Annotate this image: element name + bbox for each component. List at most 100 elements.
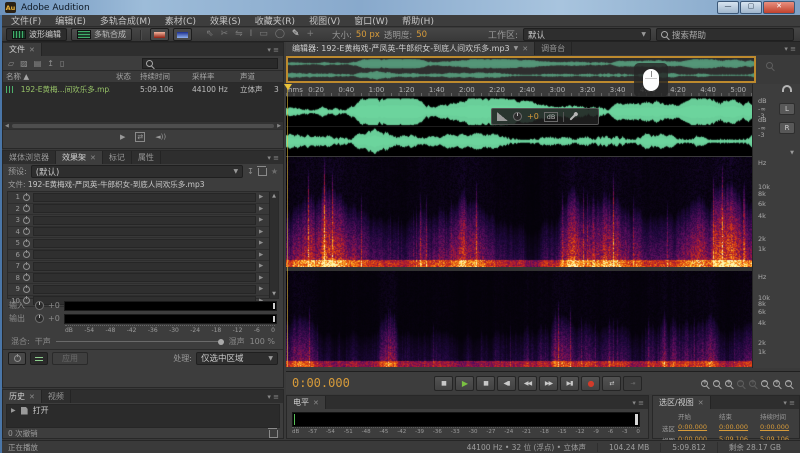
- close-icon[interactable]: ✕: [90, 154, 96, 162]
- fade-icon[interactable]: [497, 112, 508, 121]
- loop-button[interactable]: ⇄: [602, 376, 621, 391]
- save-preset-icon[interactable]: ↧: [247, 167, 254, 176]
- mix-slider[interactable]: [56, 341, 224, 342]
- effect-slot[interactable]: [33, 285, 256, 294]
- menu-item-2[interactable]: 编辑(E): [48, 14, 93, 27]
- slot-arrow-icon[interactable]: ▶: [259, 275, 267, 281]
- zoom-out-time-button[interactable]: [713, 380, 720, 387]
- column-header-4[interactable]: 采样率: [189, 71, 237, 82]
- power-icon[interactable]: [23, 240, 30, 247]
- slot-arrow-icon[interactable]: ▶: [259, 286, 267, 292]
- skip-forward-button[interactable]: ▶▮: [560, 376, 579, 391]
- power-icon[interactable]: [23, 263, 30, 270]
- trash-icon[interactable]: [269, 430, 278, 438]
- effect-slot[interactable]: [33, 250, 256, 259]
- monitor-icon[interactable]: [782, 85, 792, 92]
- effect-slot[interactable]: [33, 262, 256, 271]
- razor-tool-icon[interactable]: ✂: [221, 29, 229, 40]
- spot-healing-brush-tool-icon[interactable]: +: [306, 29, 314, 40]
- zoom-navigator[interactable]: [286, 56, 756, 83]
- brush-size-value[interactable]: 50 px: [356, 30, 380, 40]
- effect-slot[interactable]: [33, 239, 256, 248]
- panel-menu-icon[interactable]: ▾ ≡: [263, 43, 283, 56]
- column-header-3[interactable]: 持续时间: [137, 71, 189, 82]
- panel-menu-icon[interactable]: ▾ ≡: [263, 151, 283, 164]
- channel-button-r[interactable]: R: [779, 122, 795, 134]
- chevron-down-icon[interactable]: ▼: [790, 150, 794, 156]
- slot-arrow-icon[interactable]: ▶: [259, 263, 267, 269]
- loop-playback-icon[interactable]: ⇄: [135, 132, 145, 142]
- files-search-input[interactable]: [142, 58, 278, 69]
- spectrogram-left-channel[interactable]: [286, 157, 752, 267]
- move-tool-icon[interactable]: ⇖: [206, 29, 214, 40]
- apply-button[interactable]: 应用: [52, 352, 88, 365]
- waveform-view-button[interactable]: [150, 28, 169, 41]
- rack-power-button[interactable]: [8, 352, 26, 365]
- zoom-out-amplitude-button[interactable]: [773, 380, 780, 387]
- extract-audio-icon[interactable]: ▤: [34, 59, 42, 68]
- tab-media-browser[interactable]: 媒体浏览器: [3, 151, 56, 164]
- multitrack-button[interactable]: 多轨合成: [71, 28, 132, 41]
- power-icon[interactable]: [23, 194, 30, 201]
- zoom-selection-button[interactable]: [725, 380, 732, 387]
- tab-markers[interactable]: 标记: [103, 151, 132, 164]
- zoom-in-time-button[interactable]: [701, 380, 708, 387]
- auto-play-icon[interactable]: ◄)): [155, 133, 166, 141]
- record-button[interactable]: ●: [581, 376, 600, 391]
- preview-play-icon[interactable]: ▶: [120, 133, 125, 141]
- close-icon[interactable]: ✕: [313, 399, 319, 407]
- power-icon[interactable]: [23, 205, 30, 212]
- close-icon[interactable]: ✕: [522, 45, 528, 53]
- menu-item-7[interactable]: 视图(V): [302, 14, 347, 27]
- vertical-scrollbar[interactable]: ▲▼: [269, 192, 278, 298]
- navigator-zoom-icon[interactable]: [766, 62, 773, 69]
- workspace-select[interactable]: 默认▼: [523, 28, 651, 41]
- panel-menu-icon[interactable]: ▾ ≡: [263, 390, 283, 403]
- tab-selection-view[interactable]: 选区/视图✕: [653, 396, 711, 409]
- close-icon[interactable]: ✕: [29, 46, 35, 54]
- tab-effects-rack[interactable]: 效果架✕: [56, 151, 103, 164]
- play-button[interactable]: ▶: [455, 376, 474, 391]
- power-icon[interactable]: [23, 251, 30, 258]
- effect-slot[interactable]: [33, 216, 256, 225]
- menu-item-1[interactable]: 文件(F): [4, 14, 48, 27]
- close-icon[interactable]: ✕: [29, 393, 35, 401]
- effect-slot-row[interactable]: 4▶: [8, 227, 269, 239]
- paintbrush-tool-icon[interactable]: ✎: [292, 29, 300, 40]
- tab-editor[interactable]: 编辑器: 192-E黄梅戏-严凤英-牛郎织女-到底人间欢乐多.mp3 ▼✕: [286, 42, 535, 55]
- effect-slot[interactable]: [33, 204, 256, 213]
- slot-arrow-icon[interactable]: ▶: [259, 229, 267, 235]
- slot-arrow-icon[interactable]: ▶: [259, 194, 267, 200]
- menu-item-5[interactable]: 效果(S): [203, 14, 248, 27]
- delete-preset-icon[interactable]: [258, 168, 267, 176]
- spectrogram-right-channel[interactable]: [286, 271, 752, 367]
- tab-history[interactable]: 历史✕: [3, 390, 42, 403]
- power-icon[interactable]: [23, 228, 30, 235]
- maximize-button[interactable]: ▢: [740, 1, 762, 14]
- skip-back-button[interactable]: ◀▮: [497, 376, 516, 391]
- effect-slot-row[interactable]: 8▶: [8, 273, 269, 285]
- stop-button[interactable]: ■: [434, 376, 453, 391]
- history-entry[interactable]: ▶ 打开: [7, 405, 279, 416]
- pin-icon[interactable]: [570, 113, 577, 120]
- horizontal-scrollbar[interactable]: ◀▶: [3, 121, 283, 129]
- timeline-ruler[interactable]: hms 0:200:401:001:201:402:002:202:403:00…: [286, 84, 752, 97]
- menu-item-6[interactable]: 收藏夹(R): [248, 14, 302, 27]
- open-file-icon[interactable]: ▱: [8, 59, 14, 68]
- zoom-full-button[interactable]: [785, 380, 792, 387]
- zoom-selection-left-button[interactable]: [737, 380, 744, 387]
- effect-slot[interactable]: [33, 193, 256, 202]
- panel-menu-icon[interactable]: ▾ ≡: [779, 396, 799, 409]
- menu-item-8[interactable]: 窗口(W): [347, 14, 395, 27]
- process-select[interactable]: 仅选中区域▼: [196, 352, 278, 365]
- tab-properties[interactable]: 属性: [132, 151, 161, 164]
- file-row[interactable]: 192-E黄梅...间欢乐多.mp3 5:09.106 44100 Hz 立体声…: [3, 83, 283, 95]
- slot-arrow-icon[interactable]: ▶: [259, 240, 267, 246]
- column-header-5[interactable]: 声道: [237, 71, 271, 82]
- insert-multitrack-icon[interactable]: ↥: [47, 59, 54, 68]
- import-file-icon[interactable]: ▨: [20, 59, 28, 68]
- rack-meters-toggle[interactable]: [30, 352, 48, 365]
- amplitude-hud[interactable]: +0 dB: [491, 108, 599, 125]
- effect-slot-row[interactable]: 5▶: [8, 238, 269, 250]
- output-gain-knob[interactable]: [35, 314, 44, 323]
